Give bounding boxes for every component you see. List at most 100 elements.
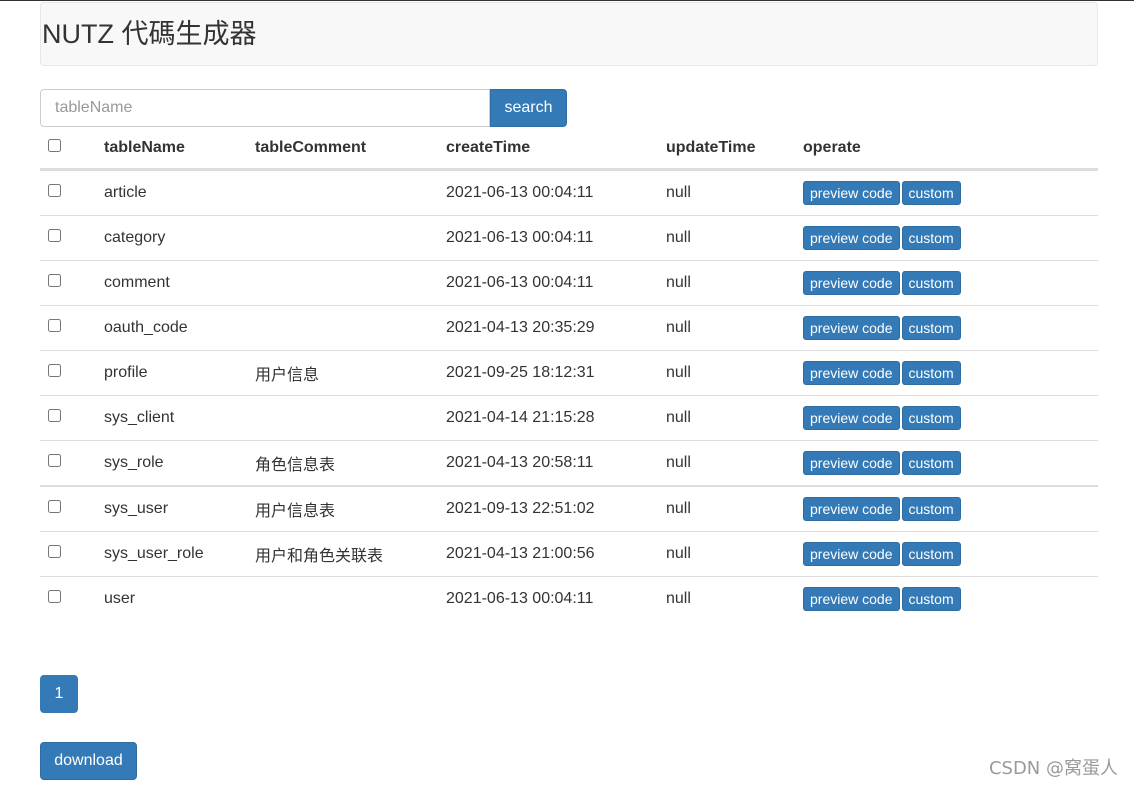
row-select-cell [40, 214, 96, 260]
pagination: 1 [40, 674, 1098, 713]
cell-table-comment: 用户信息 [247, 349, 438, 395]
cell-update-time: null [658, 259, 795, 305]
row-checkbox[interactable] [48, 318, 61, 332]
cell-table-comment: 角色信息表 [247, 439, 438, 486]
table-row: user 2021-06-13 00:04:11 null preview code c… [40, 575, 1098, 621]
preview-code-button[interactable]: preview code [803, 315, 900, 340]
cell-update-time: null [658, 530, 795, 576]
row-checkbox[interactable] [48, 408, 61, 422]
cell-operate: preview code custom [795, 349, 1098, 395]
cell-create-time: 2021-06-13 00:04:11 [446, 183, 594, 201]
preview-code-button[interactable]: preview code [803, 270, 900, 295]
download-button[interactable]: download [40, 741, 137, 780]
custom-button[interactable]: custom [901, 496, 961, 521]
cell-operate: preview code custom [795, 394, 1098, 440]
select-all-cell [40, 129, 96, 171]
table-row: sys_client 2021-04-14 21:15:28 null preview… [40, 394, 1098, 440]
cell-table-name: sys_user_role [96, 530, 247, 576]
cell-table-comment: 用户信息表 [247, 484, 438, 531]
cell-table-comment [247, 169, 438, 215]
cell-create-time: 2021-09-25 18:12:31 [438, 349, 658, 395]
cell-create-time: 2021-04-13 21:00:56 [438, 530, 658, 576]
preview-code-button[interactable]: preview code [803, 180, 900, 205]
cell-operate: preview code custom [795, 304, 1098, 350]
row-checkbox[interactable] [48, 363, 61, 377]
header-table-comment: tableComment [247, 129, 438, 171]
cell-table-comment [247, 259, 438, 305]
search-bar: search [40, 89, 1098, 127]
custom-button[interactable]: custom [901, 360, 961, 385]
cell-create-time: 2021-06-13 00:04:11 [438, 214, 658, 260]
cell-update-time: null [658, 349, 795, 395]
cell-update-time: null [658, 484, 795, 531]
cell-operate: preview code custom [795, 484, 1098, 531]
tables-grid: tableName tableComment createTime update… [40, 129, 1098, 621]
cell-table-comment [247, 304, 438, 350]
row-select-cell [40, 484, 96, 531]
header-table-name: tableName [96, 129, 247, 171]
row-checkbox[interactable] [48, 273, 61, 287]
cell-create-time: 2021-04-14 21:15:28 [438, 394, 658, 440]
custom-button[interactable]: custom [901, 315, 961, 340]
custom-button[interactable]: custom [901, 586, 961, 611]
cell-update-time: null [658, 575, 795, 621]
cell-table-name: sys_role [96, 439, 247, 486]
row-checkbox[interactable] [48, 499, 61, 513]
custom-button[interactable]: custom [901, 270, 961, 295]
cell-update-time: null [658, 304, 795, 350]
cell-table-name: comment [96, 259, 247, 305]
custom-button[interactable]: custom [901, 180, 961, 205]
preview-code-button[interactable]: preview code [803, 496, 900, 521]
header-operate: operate [795, 129, 1098, 171]
cell-table-name: user [96, 575, 247, 621]
table-name-search-input[interactable] [40, 89, 490, 127]
custom-button[interactable]: custom [901, 405, 961, 430]
select-all-checkbox[interactable] [48, 139, 61, 153]
page-1-button[interactable]: 1 [40, 674, 78, 713]
preview-code-button[interactable]: preview code [803, 225, 900, 250]
cell-operate: preview code custom [795, 439, 1098, 486]
preview-code-button[interactable]: preview code [803, 360, 900, 385]
cell-table-name: category [96, 214, 247, 260]
cell-table-comment [247, 575, 438, 621]
custom-button[interactable]: custom [901, 450, 961, 475]
row-checkbox[interactable] [48, 228, 61, 242]
search-button[interactable]: search [490, 89, 567, 127]
custom-button[interactable]: custom [901, 225, 961, 250]
table-row: article 2021-06-13 00:04:11 null preview co… [40, 169, 1098, 215]
cell-update-time: null [658, 214, 795, 260]
preview-code-button[interactable]: preview code [803, 541, 900, 566]
preview-code-button[interactable]: preview code [803, 405, 900, 430]
row-select-cell [40, 304, 96, 350]
header-panel: NUTZ 代碼生成器 [40, 2, 1098, 66]
cell-operate: preview code custom [795, 530, 1098, 576]
cell-operate: preview code custom [795, 169, 1098, 215]
row-checkbox[interactable] [48, 589, 61, 603]
table-header-row: tableName tableComment createTime update… [40, 129, 1098, 171]
page-title: NUTZ 代碼生成器 [42, 18, 257, 49]
cell-create-time: 2021-06-13 00:04:11 [438, 575, 658, 621]
cell-update-time: null [658, 394, 795, 440]
cell-create-time: 2021-04-13 20:35:29 [438, 304, 658, 350]
row-checkbox[interactable] [48, 183, 61, 197]
cell-table-name: oauth_code [96, 304, 247, 350]
cell-update-time: null [666, 183, 691, 201]
table-row: comment 2021-06-13 00:04:11 null preview co… [40, 259, 1098, 305]
table-row: sys_role 角色信息表 2021-04-13 20:58:11 null prev… [40, 439, 1098, 486]
cell-operate: preview code custom [795, 259, 1098, 305]
header-update-time: updateTime [658, 129, 795, 171]
row-select-cell [40, 530, 96, 576]
cell-table-comment [247, 214, 438, 260]
cell-create-time: 2021-09-13 22:51:02 [438, 484, 658, 531]
row-checkbox[interactable] [48, 453, 61, 467]
preview-code-button[interactable]: preview code [803, 586, 900, 611]
table-body: article 2021-06-13 00:04:11 null preview co… [40, 169, 1098, 621]
custom-button[interactable]: custom [901, 541, 961, 566]
preview-code-button[interactable]: preview code [803, 450, 900, 475]
row-checkbox[interactable] [48, 544, 61, 558]
row-select-cell [40, 575, 96, 621]
table-row: oauth_code 2021-04-13 20:35:29 null preview… [40, 304, 1098, 350]
top-border-line [0, 0, 1134, 1]
header-create-time: createTime [438, 129, 658, 171]
row-select-cell [40, 349, 96, 395]
